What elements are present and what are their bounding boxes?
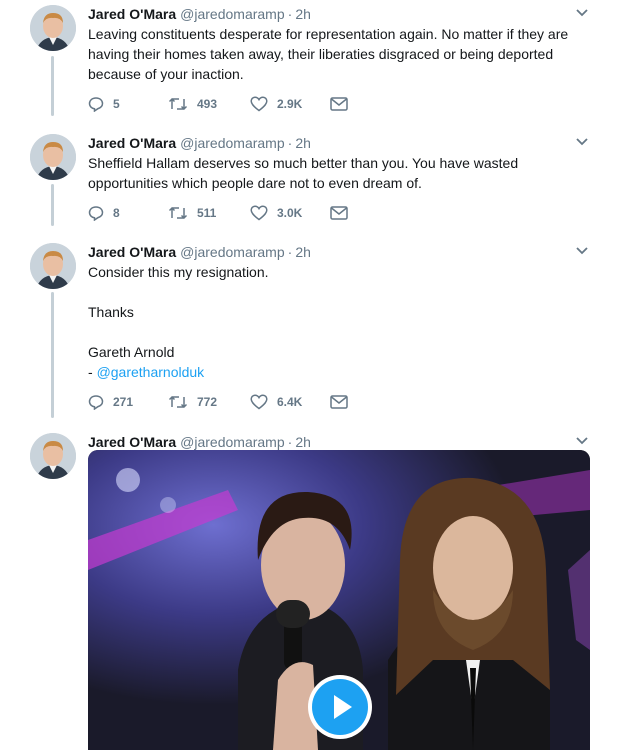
avatar[interactable] (30, 433, 76, 479)
envelope-icon (330, 97, 348, 111)
dash-prefix: - (88, 364, 97, 380)
direct-message-button[interactable] (330, 94, 357, 114)
tweet-header: Jared O'Mara @jaredomaramp · 2h (88, 244, 311, 260)
avatar[interactable] (30, 5, 76, 51)
timestamp[interactable]: 2h (295, 434, 311, 450)
separator-dot: · (287, 434, 293, 450)
play-icon (312, 679, 368, 735)
reply-count: 5 (113, 97, 120, 111)
tweet-text: Sheffield Hallam deserves so much better… (88, 153, 588, 193)
separator-dot: · (287, 6, 293, 22)
display-name[interactable]: Jared O'Mara (88, 6, 176, 22)
play-button[interactable] (308, 675, 372, 739)
video-thumbnail[interactable] (88, 450, 590, 750)
retweet-button[interactable]: 493 (168, 94, 217, 114)
retweet-count: 511 (197, 206, 217, 220)
reply-icon (88, 206, 104, 221)
thread-line (51, 184, 54, 226)
tweet-text: Consider this my resignation. Thanks Gar… (88, 262, 588, 382)
avatar[interactable] (30, 134, 76, 180)
heart-icon (250, 394, 268, 410)
direct-message-button[interactable] (330, 392, 357, 412)
handle[interactable]: @jaredomaramp (180, 135, 284, 151)
retweet-icon (168, 206, 188, 220)
reply-button[interactable]: 5 (88, 94, 120, 114)
reply-button[interactable]: 271 (88, 392, 133, 412)
tweet-header: Jared O'Mara @jaredomaramp · 2h (88, 6, 311, 22)
tweet-text-line: having their homes taken away, their lib… (88, 46, 554, 62)
tweet-text-line: Consider this my resignation. (88, 264, 269, 280)
like-count: 6.4K (277, 395, 303, 409)
display-name[interactable]: Jared O'Mara (88, 244, 176, 260)
mention-link[interactable]: @garetharnolduk (97, 364, 205, 380)
tweet-text-line: Gareth Arnold (88, 344, 175, 360)
retweet-button[interactable]: 511 (168, 203, 216, 223)
tweet-text-line: Leaving constituents desperate for repre… (88, 26, 569, 42)
thread-line (51, 56, 54, 116)
reply-count: 271 (113, 395, 134, 409)
retweet-button[interactable]: 772 (168, 392, 217, 412)
retweet-icon (168, 395, 188, 409)
retweet-count: 772 (197, 395, 218, 409)
heart-icon (250, 96, 268, 112)
envelope-icon (330, 395, 348, 409)
retweet-icon (168, 97, 188, 111)
like-button[interactable]: 2.9K (250, 94, 302, 114)
avatar[interactable] (30, 243, 76, 289)
like-button[interactable]: 6.4K (250, 392, 302, 412)
like-button[interactable]: 3.0K (250, 203, 302, 223)
reply-icon (88, 97, 104, 112)
chevron-down-icon[interactable] (575, 244, 589, 256)
tweet-text-line: Thanks (88, 304, 134, 320)
timestamp[interactable]: 2h (295, 244, 311, 260)
chevron-down-icon[interactable] (575, 6, 589, 18)
handle[interactable]: @jaredomaramp (180, 244, 284, 260)
timestamp[interactable]: 2h (295, 6, 311, 22)
thread-line (51, 292, 54, 418)
separator-dot: · (287, 244, 293, 260)
tweet-text: Leaving constituents desperate for repre… (88, 24, 588, 84)
tweet-text-line: Sheffield Hallam deserves so much better… (88, 155, 519, 171)
display-name[interactable]: Jared O'Mara (88, 135, 176, 151)
timestamp[interactable]: 2h (295, 135, 311, 151)
reply-icon (88, 395, 104, 410)
chevron-down-icon[interactable] (575, 135, 589, 147)
separator-dot: · (287, 135, 293, 151)
display-name[interactable]: Jared O'Mara (88, 434, 176, 450)
like-count: 3.0K (277, 206, 303, 220)
reply-button[interactable]: 8 (88, 203, 120, 223)
handle[interactable]: @jaredomaramp (180, 6, 284, 22)
handle[interactable]: @jaredomaramp (180, 434, 284, 450)
tweet-header: Jared O'Mara @jaredomaramp · 2h (88, 135, 311, 151)
like-count: 2.9K (277, 97, 303, 111)
tweet-text-line: because of your inaction. (88, 66, 244, 82)
direct-message-button[interactable] (330, 203, 357, 223)
tweet-text-line: opportunities which people dare not to e… (88, 175, 422, 191)
envelope-icon (330, 206, 348, 220)
reply-count: 8 (113, 206, 120, 220)
tweet-text-line: - @garetharnolduk (88, 362, 588, 382)
heart-icon (250, 205, 268, 221)
retweet-count: 493 (197, 97, 218, 111)
chevron-down-icon[interactable] (575, 434, 589, 446)
tweet-header: Jared O'Mara @jaredomaramp · 2h (88, 434, 311, 450)
